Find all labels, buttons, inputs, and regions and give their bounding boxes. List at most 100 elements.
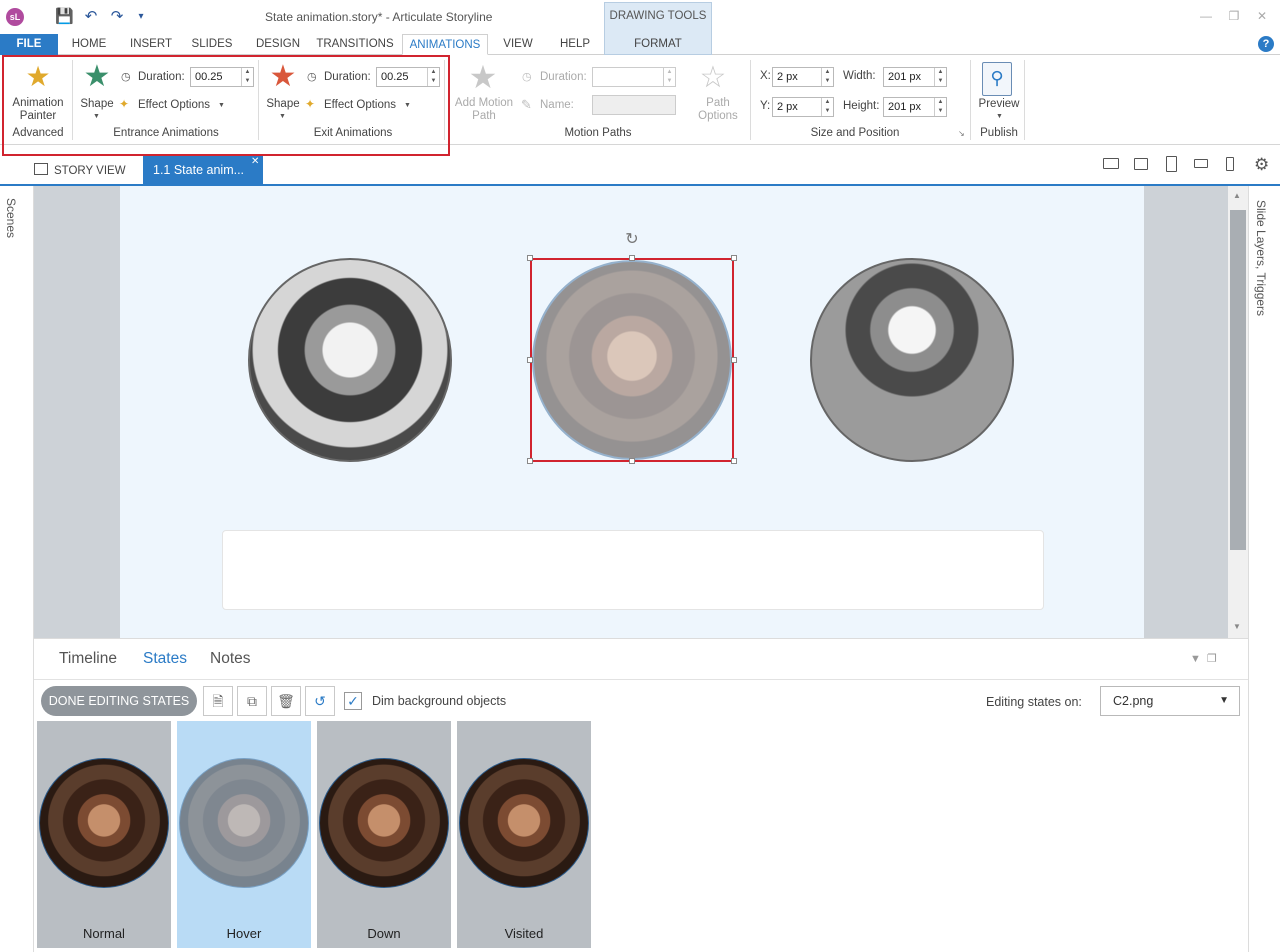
resize-handle[interactable] xyxy=(731,357,737,363)
tab-design[interactable]: DESIGN xyxy=(252,34,304,55)
resize-handle[interactable] xyxy=(629,458,635,464)
tab-timeline[interactable]: Timeline xyxy=(59,650,117,668)
customize-qat-icon[interactable]: ▾ xyxy=(132,8,150,26)
selection-box[interactable] xyxy=(530,258,734,462)
state-label: Normal xyxy=(83,926,125,941)
ribbon-separator xyxy=(970,60,971,140)
path-options-icon: ☆ xyxy=(699,61,727,94)
spinner-arrows-icon: ▲ ▼ xyxy=(663,68,675,86)
story-view-tab[interactable]: STORY VIEW xyxy=(28,158,143,184)
editing-states-label: Editing states on: xyxy=(986,695,1082,709)
dim-background-checkbox[interactable]: ✓ xyxy=(344,692,362,710)
resize-handle[interactable] xyxy=(527,357,533,363)
gear-icon[interactable]: ⚙ xyxy=(1254,155,1269,175)
y-input[interactable]: 2 px ▲ ▼ xyxy=(772,97,834,117)
tab-animations[interactable]: ANIMATIONS xyxy=(402,34,488,55)
path-options-label-1: Path xyxy=(706,97,730,109)
spinner-arrows-icon[interactable]: ▲ ▼ xyxy=(821,68,833,86)
photo-boy-circle[interactable] xyxy=(810,258,1014,462)
close-tab-icon[interactable]: ✕ xyxy=(251,156,259,167)
height-input[interactable]: 201 px ▲ ▼ xyxy=(883,97,947,117)
delete-state-icon[interactable]: 🗑 xyxy=(271,686,301,716)
tablet-portrait-icon[interactable] xyxy=(1166,156,1177,172)
state-card-visited[interactable]: Visited xyxy=(457,721,591,948)
state-card-normal[interactable]: Normal xyxy=(37,721,171,948)
scroll-up-icon[interactable]: ▲ xyxy=(1233,191,1241,200)
panel-options-icon[interactable]: ▼ ❐ xyxy=(1190,652,1217,665)
resize-handle[interactable] xyxy=(629,255,635,261)
tab-slides[interactable]: SLIDES xyxy=(188,34,236,55)
slide-tab[interactable]: 1.1 State anim... xyxy=(143,156,263,186)
resize-handle[interactable] xyxy=(527,458,533,464)
resize-handle[interactable] xyxy=(731,255,737,261)
done-editing-states-button[interactable]: DONE EDITING STATES xyxy=(41,686,197,716)
motion-duration-label: Duration: xyxy=(540,71,587,83)
help-icon[interactable]: ? xyxy=(1258,36,1274,52)
tab-insert[interactable]: INSERT xyxy=(126,34,176,55)
tab-states[interactable]: States xyxy=(143,650,187,668)
app-icon[interactable]: sL xyxy=(6,8,24,26)
scenes-panel[interactable] xyxy=(0,186,34,952)
desktop-icon[interactable] xyxy=(1134,158,1148,170)
state-card-down[interactable]: Down xyxy=(317,721,451,948)
photo-girl-circle[interactable] xyxy=(248,258,452,462)
clock-icon: ◷ xyxy=(522,71,532,83)
phone-landscape-icon[interactable] xyxy=(1194,159,1208,168)
phone-portrait-icon[interactable] xyxy=(1226,157,1234,171)
preview-icon[interactable]: ⚲ xyxy=(982,62,1012,96)
window-title: State animation.story* - Articulate Stor… xyxy=(265,10,493,24)
minimize-icon[interactable]: — xyxy=(1198,9,1214,23)
spinner-arrows-icon[interactable]: ▲ ▼ xyxy=(934,68,946,86)
motion-duration-input: ▲ ▼ xyxy=(592,67,676,87)
tab-notes[interactable]: Notes xyxy=(210,650,251,668)
story-view-label: STORY VIEW xyxy=(54,165,126,177)
highlight-annotation xyxy=(2,55,450,156)
dialog-launcher-icon[interactable]: ↘ xyxy=(958,129,965,138)
tab-home[interactable]: HOME xyxy=(66,34,112,55)
spinner-arrows-icon[interactable]: ▲ ▼ xyxy=(821,98,833,116)
layers-label[interactable]: Slide Layers, Triggers xyxy=(1254,200,1268,316)
resize-handle[interactable] xyxy=(731,458,737,464)
preview-button[interactable]: Preview xyxy=(974,98,1024,110)
add-motion-path-label-2: Path xyxy=(472,110,496,122)
rotate-handle-icon[interactable]: ↻ xyxy=(624,232,640,248)
y-value: 2 px xyxy=(777,101,798,113)
resize-handle[interactable] xyxy=(527,255,533,261)
state-thumbnail xyxy=(319,758,449,888)
scenes-label[interactable]: Scenes xyxy=(4,198,18,238)
divider xyxy=(34,679,1248,680)
width-label: Width: xyxy=(843,70,876,82)
undo-icon[interactable]: ↶ xyxy=(82,8,100,26)
tab-help[interactable]: HELP xyxy=(556,34,594,55)
scrollbar-thumb[interactable] xyxy=(1230,210,1246,550)
state-thumbnail xyxy=(39,758,169,888)
dim-background-label[interactable]: Dim background objects xyxy=(372,694,506,708)
caption-box[interactable] xyxy=(222,530,1044,610)
state-card-hover[interactable]: Hover xyxy=(177,721,311,948)
state-label: Down xyxy=(367,926,401,941)
scroll-down-icon[interactable]: ▼ xyxy=(1233,622,1241,631)
width-input[interactable]: 201 px ▲ ▼ xyxy=(883,67,947,87)
reset-state-icon[interactable]: ↺ xyxy=(305,686,335,716)
new-state-icon[interactable]: 🗎 xyxy=(203,686,233,716)
duplicate-state-icon[interactable]: ⧉ xyxy=(237,686,267,716)
spinner-arrows-icon[interactable]: ▲ ▼ xyxy=(934,98,946,116)
tab-format[interactable]: FORMAT xyxy=(604,34,712,55)
restore-icon[interactable]: ❐ xyxy=(1226,9,1242,23)
tab-transitions[interactable]: TRANSITIONS xyxy=(316,34,394,55)
tab-view[interactable]: VIEW xyxy=(498,34,538,55)
redo-icon[interactable]: ↷ xyxy=(108,8,126,26)
close-icon[interactable]: ✕ xyxy=(1254,9,1270,23)
y-label: Y: xyxy=(760,100,771,112)
drawing-tools-label: DRAWING TOOLS xyxy=(609,10,707,22)
x-input[interactable]: 2 px ▲ ▼ xyxy=(772,67,834,87)
add-motion-path-button: Add Motion Path xyxy=(450,97,518,123)
path-options-button: Path Options xyxy=(688,97,748,123)
editing-states-select[interactable]: C2.png ▼ xyxy=(1100,686,1240,716)
chevron-down-icon: ▼ xyxy=(1219,695,1229,706)
laptop-icon[interactable] xyxy=(1103,158,1119,169)
chevron-down-icon[interactable]: ▼ xyxy=(996,113,1003,120)
save-icon[interactable]: 💾 xyxy=(55,8,74,26)
tab-file[interactable]: FILE xyxy=(0,34,58,55)
add-motion-path-icon: ★ xyxy=(468,59,498,95)
